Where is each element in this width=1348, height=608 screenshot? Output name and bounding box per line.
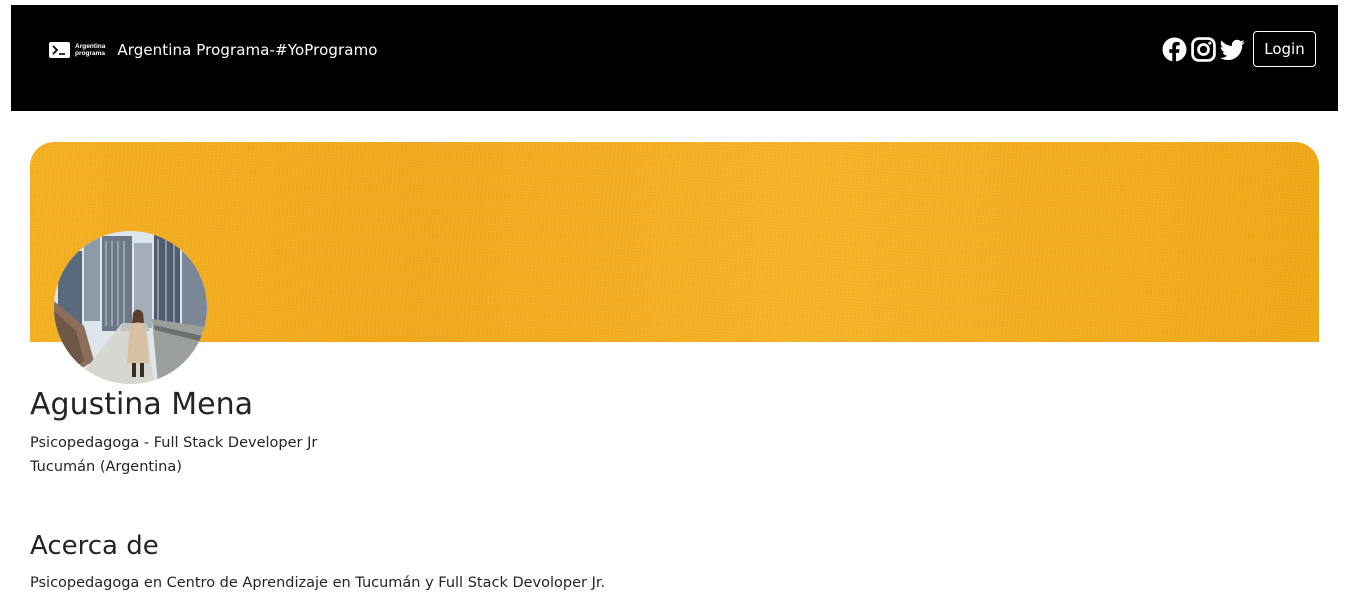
- login-button[interactable]: Login: [1253, 31, 1316, 67]
- instagram-link[interactable]: [1191, 37, 1220, 62]
- brand-title: Argentina Programa-#YoProgramo: [117, 41, 378, 59]
- about-section-text: Psicopedagoga en Centro de Aprendizaje e…: [30, 575, 606, 591]
- profile-name: Agustina Mena: [30, 387, 253, 422]
- logo-text: Argentina programa: [75, 43, 105, 57]
- top-navbar: Argentina programa Argentina Programa-#Y…: [11, 5, 1338, 111]
- logo-text-line1: Argentina: [75, 43, 106, 50]
- argentina-programa-logo: Argentina programa: [49, 42, 105, 58]
- profile-banner: [30, 142, 1319, 342]
- logo-text-line2: programa: [75, 50, 105, 57]
- facebook-icon: [1162, 37, 1187, 62]
- profile-subtitle: Psicopedagoga - Full Stack Developer Jr: [30, 435, 318, 451]
- brand-link[interactable]: Argentina programa Argentina Programa-#Y…: [49, 41, 378, 59]
- terminal-icon: [49, 42, 70, 58]
- profile-avatar: [54, 231, 207, 384]
- twitter-icon: [1220, 39, 1245, 61]
- instagram-icon: [1191, 37, 1216, 62]
- profile-location: Tucumán (Argentina): [30, 459, 182, 475]
- about-section-title: Acerca de: [30, 531, 159, 561]
- twitter-link[interactable]: [1220, 37, 1249, 62]
- facebook-link[interactable]: [1162, 37, 1191, 62]
- social-links: [1162, 37, 1249, 62]
